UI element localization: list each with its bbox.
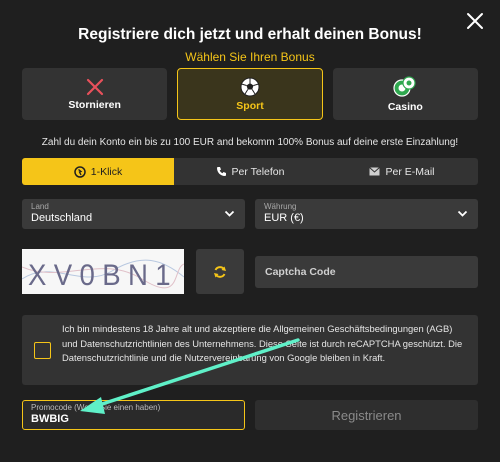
tab-email[interactable]: Per E-Mail <box>326 158 478 185</box>
phone-icon <box>216 167 226 176</box>
envelope-icon <box>369 167 381 176</box>
register-button[interactable]: Registrieren <box>255 400 478 430</box>
bonus-info-text: Zahl du dein Konto ein bis zu 100 EUR an… <box>41 137 459 148</box>
x-icon <box>86 78 103 95</box>
tab-label: Per E-Mail <box>385 165 435 178</box>
country-label: Land <box>31 202 49 211</box>
tab-label: Per Telefon <box>231 165 285 178</box>
promocode-label: Promocode (Wenn Sie einen haben) <box>31 403 161 412</box>
captcha-refresh-button[interactable] <box>196 249 244 294</box>
bonus-option-label: Casino <box>387 100 423 113</box>
bonus-options: Stornieren Sport Casino <box>22 68 478 120</box>
terms-box: Ich bin mindestens 18 Jahre alt und akze… <box>22 315 478 385</box>
country-value: Deutschland <box>31 212 93 224</box>
chevron-down-icon <box>224 210 235 217</box>
soccer-ball-icon <box>240 77 260 96</box>
promocode-field[interactable]: Promocode (Wenn Sie einen haben) BWBIG <box>22 400 245 430</box>
chevron-down-icon <box>457 210 468 217</box>
captcha-image: XV0BN1 <box>22 249 184 294</box>
tab-phone[interactable]: Per Telefon <box>174 158 326 185</box>
terms-text: Ich bin mindestens 18 Jahre alt und akze… <box>62 323 463 363</box>
currency-value: EUR (€) <box>264 212 304 224</box>
modal-title: Registriere dich jetzt und erhalt deinen… <box>78 26 422 43</box>
bonus-option-label: Sport <box>236 99 264 112</box>
currency-select[interactable]: Währung EUR (€) <box>255 199 478 229</box>
currency-label: Währung <box>264 202 297 211</box>
bonus-option-stornieren[interactable]: Stornieren <box>22 68 168 120</box>
casino-chips-icon <box>393 75 416 97</box>
tab-label: 1-Klick <box>90 165 123 178</box>
refresh-icon <box>214 265 226 278</box>
bonus-option-label: Stornieren <box>68 98 121 111</box>
one-click-icon <box>73 165 86 178</box>
promocode-value: BWBIG <box>31 413 69 425</box>
captcha-text: XV0BN1 <box>28 259 178 292</box>
captcha-code-input[interactable] <box>255 256 478 288</box>
terms-checkbox[interactable] <box>34 342 51 359</box>
tab-one-click[interactable]: 1-Klick <box>22 158 174 185</box>
bonus-option-casino[interactable]: Casino <box>332 68 478 120</box>
country-select[interactable]: Land Deutschland <box>22 199 245 229</box>
registration-method-tabs: 1-Klick Per Telefon Per E-Mail <box>22 158 478 185</box>
bonus-subtitle: Wählen Sie Ihren Bonus <box>185 50 315 64</box>
bonus-option-sport[interactable]: Sport <box>177 68 323 120</box>
